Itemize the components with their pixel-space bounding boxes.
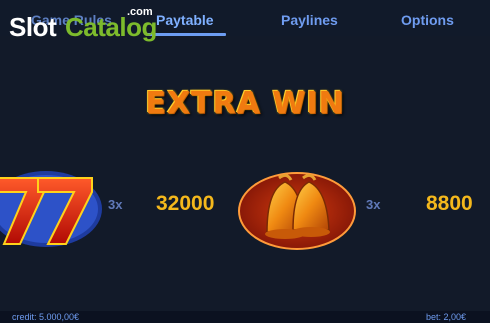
watermark-slot-text: Slot bbox=[9, 12, 57, 42]
paytable-heading: EXTRA WIN bbox=[145, 86, 345, 121]
row-2-multiplier: 3x bbox=[366, 197, 381, 212]
bells-icon bbox=[238, 172, 356, 250]
bet-display: bet: 2,00€ bbox=[426, 312, 467, 322]
tab-paylines[interactable]: Paylines bbox=[281, 12, 338, 28]
row-1-multiplier: 3x bbox=[108, 197, 123, 212]
row-2-payout: 8800 bbox=[426, 192, 473, 215]
status-bar: credit: 5.000,00€ bet: 2,00€ bbox=[0, 311, 490, 323]
row-1-payout: 32000 bbox=[156, 192, 215, 215]
seven-icon bbox=[0, 171, 102, 247]
watermark-com-text: .com bbox=[127, 6, 153, 18]
active-tab-indicator bbox=[146, 33, 226, 36]
tab-options[interactable]: Options bbox=[401, 12, 454, 28]
credit-display: credit: 5.000,00€ bbox=[12, 312, 80, 322]
paytable-screen: Game Rules Paytable Paylines Options Slo… bbox=[0, 0, 490, 323]
tab-paytable[interactable]: Paytable bbox=[156, 12, 214, 28]
